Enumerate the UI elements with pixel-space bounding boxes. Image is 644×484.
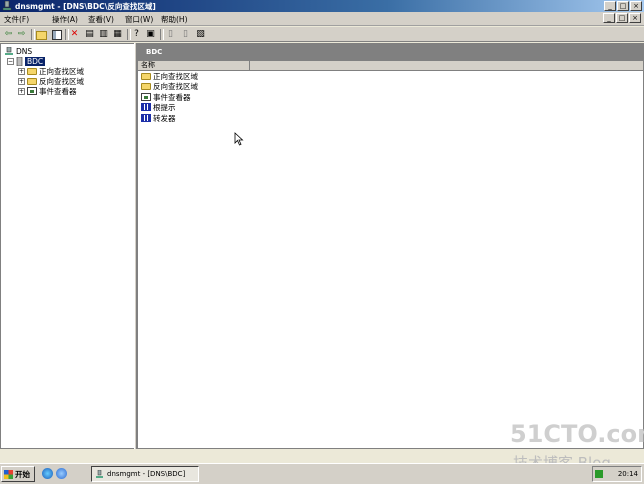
event-viewer-icon <box>27 87 37 95</box>
start-label: 开始 <box>15 469 30 479</box>
list-item[interactable]: 反向查找区域 <box>141 81 198 91</box>
menu-help[interactable]: 帮助(H) <box>161 14 188 25</box>
export-list-icon[interactable]: ▦ <box>112 29 123 40</box>
tree-item-forward-zone[interactable]: + 正向查找区域 <box>18 66 84 76</box>
start-button[interactable]: 开始 <box>1 466 35 482</box>
server-icon[interactable]: ▯ <box>165 29 176 40</box>
minimize-button[interactable]: _ <box>604 1 616 11</box>
expand-icon[interactable]: + <box>18 87 25 95</box>
list-item[interactable]: 事件查看器 <box>141 92 191 102</box>
list-item-label: 反向查找区域 <box>153 81 198 91</box>
dns-app-icon <box>2 1 12 11</box>
help-icon[interactable]: ? <box>131 29 142 40</box>
result-pane-title: BDC <box>146 48 163 56</box>
tree-item-reverse-zone[interactable]: + 反向查找区域 <box>18 76 84 86</box>
internet-explorer-icon[interactable] <box>42 468 53 479</box>
result-pane[interactable]: BDC 名称 正向查找区域 反向查找区域 事件查看器 根提示 转发器 <box>137 43 644 449</box>
tree-item-event-viewer[interactable]: + 事件查看器 <box>18 86 77 96</box>
toolbar: ⇦ ⇨ ✕ ▤ ▥ ▦ ? ▣ ▯ ▯ ▧ <box>0 27 644 42</box>
system-tray: 20:14 <box>592 466 642 482</box>
mdi-close-button[interactable]: × <box>629 13 641 23</box>
list-item-label: 转发器 <box>153 113 176 123</box>
back-icon[interactable]: ⇦ <box>3 29 14 40</box>
mouse-cursor-icon <box>234 132 244 146</box>
delete-icon[interactable]: ✕ <box>69 29 80 40</box>
expand-icon[interactable]: + <box>18 67 25 75</box>
folder-icon <box>141 72 151 80</box>
window-title: dnsmgmt - [DNS\BDC\反向查找区域] <box>15 2 156 11</box>
server-icon <box>16 56 23 66</box>
list-item[interactable]: 转发器 <box>141 113 176 123</box>
tree-server-bdc[interactable]: − BDC <box>7 56 46 66</box>
mdi-restore-button[interactable]: □ <box>616 13 628 23</box>
result-pane-header: BDC <box>138 44 643 61</box>
expand-icon[interactable]: + <box>18 77 25 85</box>
folder-icon <box>27 77 37 85</box>
menu-window[interactable]: 窗口(W) <box>125 14 153 25</box>
taskbar-item-label: dnsmgmt - [DNS\BDC] <box>107 470 186 478</box>
close-button[interactable]: × <box>630 1 642 11</box>
column-header-name[interactable]: 名称 <box>138 61 250 70</box>
windows-logo-icon <box>4 469 13 479</box>
taskbar-item-dnsmgmt[interactable]: dnsmgmt - [DNS\BDC] <box>91 466 199 482</box>
root-hints-icon <box>141 103 151 111</box>
menu-action[interactable]: 操作(A) <box>52 14 78 25</box>
folder-icon <box>27 67 37 75</box>
list-item[interactable]: 正向查找区域 <box>141 71 198 81</box>
mdi-minimize-button[interactable]: _ <box>603 13 615 23</box>
menu-view[interactable]: 查看(V) <box>88 14 114 25</box>
clock[interactable]: 20:14 <box>618 470 638 478</box>
properties-icon[interactable]: ▤ <box>84 29 95 40</box>
menu-file[interactable]: 文件(F) <box>4 14 29 25</box>
up-icon[interactable] <box>36 29 47 40</box>
list-item[interactable]: 根提示 <box>141 102 176 112</box>
tree-root-dns[interactable]: DNS <box>4 46 32 56</box>
console-tree[interactable]: DNS − BDC + 正向查找区域 + 反向查找区域 + 事件查看器 <box>0 43 134 449</box>
collapse-icon[interactable]: − <box>7 57 14 65</box>
taskbar: 开始 dnsmgmt - [DNS\BDC] 20:14 <box>0 463 644 484</box>
dns-app-icon <box>96 469 103 478</box>
tree-item-label: 事件查看器 <box>39 86 77 96</box>
tree-root-label: DNS <box>16 46 33 56</box>
update-icon[interactable]: ▧ <box>195 29 206 40</box>
zone-icon[interactable]: ▯ <box>180 29 191 40</box>
console-icon[interactable]: ▣ <box>145 29 156 40</box>
forwarders-icon <box>141 114 151 122</box>
quick-launch-icon[interactable] <box>56 468 67 479</box>
forward-icon[interactable]: ⇨ <box>16 29 27 40</box>
watermark-logo: 51CTO.com <box>510 420 644 448</box>
menu-bar: 文件(F) 操作(A) 查看(V) 窗口(W) 帮助(H) _ □ × <box>0 12 644 26</box>
list-item-label: 根提示 <box>153 102 176 112</box>
title-bar[interactable]: dnsmgmt - [DNS\BDC\反向查找区域] _ □ × <box>0 0 644 12</box>
refresh-icon[interactable]: ▥ <box>98 29 109 40</box>
network-icon[interactable] <box>595 470 603 478</box>
tree-server-label: BDC <box>25 56 46 66</box>
dns-icon <box>5 46 13 55</box>
folder-icon <box>141 82 151 90</box>
column-header-bar: 名称 <box>138 61 643 71</box>
maximize-button[interactable]: □ <box>617 1 629 11</box>
show-hide-tree-icon[interactable] <box>51 29 62 40</box>
event-viewer-icon <box>141 93 151 101</box>
